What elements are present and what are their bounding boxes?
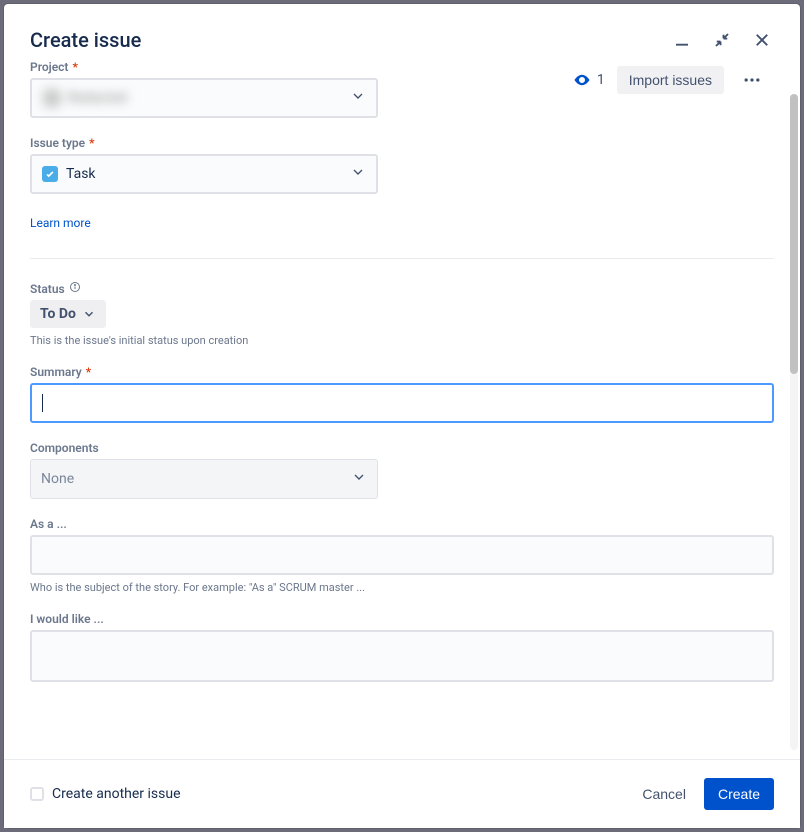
- modal-body: Project * Redacted: [4, 60, 800, 759]
- as-a-help: Who is the subject of the story. For exa…: [30, 581, 774, 594]
- header-actions: [670, 28, 774, 52]
- import-issues-button[interactable]: Import issues: [617, 66, 724, 94]
- project-value-blurred: Redacted: [42, 88, 127, 108]
- more-actions-icon[interactable]: [736, 64, 768, 96]
- watchers[interactable]: 1: [573, 71, 605, 89]
- close-icon[interactable]: [750, 28, 774, 52]
- chevron-down-icon: [82, 307, 96, 321]
- as-a-field: As a ... Who is the subject of the story…: [30, 517, 774, 594]
- issue-type-select[interactable]: Task: [30, 154, 378, 194]
- status-field: Status To Do This is the issue's initial…: [30, 281, 774, 347]
- as-a-label: As a ...: [30, 517, 774, 531]
- cancel-button[interactable]: Cancel: [638, 778, 690, 810]
- chevron-down-icon: [351, 469, 367, 489]
- footer-actions: Cancel Create: [638, 778, 774, 810]
- i-would-like-label: I would like ...: [30, 612, 774, 626]
- create-another-label: Create another issue: [52, 786, 181, 802]
- chevron-down-icon: [350, 88, 366, 108]
- project-label: Project *: [30, 60, 573, 74]
- create-button[interactable]: Create: [704, 778, 774, 810]
- status-value: To Do: [40, 306, 76, 322]
- create-another-checkbox-row[interactable]: Create another issue: [30, 786, 181, 802]
- modal-header: Create issue: [4, 4, 800, 60]
- chevron-down-icon: [350, 164, 366, 184]
- summary-field: Summary *: [30, 365, 774, 423]
- project-select[interactable]: Redacted: [30, 78, 378, 118]
- components-field: Components None: [30, 441, 774, 499]
- as-a-input[interactable]: [30, 535, 774, 575]
- status-label-text: Status: [30, 282, 65, 296]
- minimize-icon[interactable]: [670, 28, 694, 52]
- project-label-text: Project: [30, 60, 68, 74]
- project-field: Project * Redacted: [30, 60, 573, 118]
- components-select[interactable]: None: [30, 459, 378, 499]
- issue-type-value: Task: [66, 166, 96, 182]
- watcher-count-value: 1: [597, 72, 605, 88]
- issue-type-field: Issue type * Task: [30, 136, 774, 194]
- toolbar-right: 1 Import issues: [573, 60, 774, 96]
- modal-footer: Create another issue Cancel Create: [4, 759, 800, 828]
- summary-label: Summary *: [30, 365, 774, 379]
- collapse-icon[interactable]: [710, 28, 734, 52]
- learn-more-link[interactable]: Learn more: [30, 216, 91, 230]
- status-label: Status: [30, 281, 774, 296]
- required-asterisk: *: [72, 60, 77, 74]
- required-asterisk: *: [89, 136, 94, 150]
- summary-input[interactable]: [30, 383, 774, 423]
- divider: [30, 258, 774, 259]
- modal-title: Create issue: [30, 28, 141, 52]
- status-help: This is the issue's initial status upon …: [30, 334, 774, 347]
- issue-type-label: Issue type *: [30, 136, 774, 150]
- info-icon[interactable]: [69, 281, 81, 296]
- task-icon: [42, 166, 58, 182]
- status-select[interactable]: To Do: [30, 300, 106, 328]
- create-issue-modal: Create issue: [4, 4, 800, 828]
- i-would-like-field: I would like ...: [30, 612, 774, 682]
- text-cursor: [42, 394, 43, 412]
- issue-type-label-text: Issue type: [30, 136, 85, 150]
- components-placeholder: None: [41, 471, 74, 487]
- required-asterisk: *: [86, 365, 91, 379]
- components-label: Components: [30, 441, 774, 455]
- summary-label-text: Summary: [30, 365, 82, 379]
- i-would-like-input[interactable]: [30, 630, 774, 682]
- create-another-checkbox[interactable]: [30, 787, 44, 801]
